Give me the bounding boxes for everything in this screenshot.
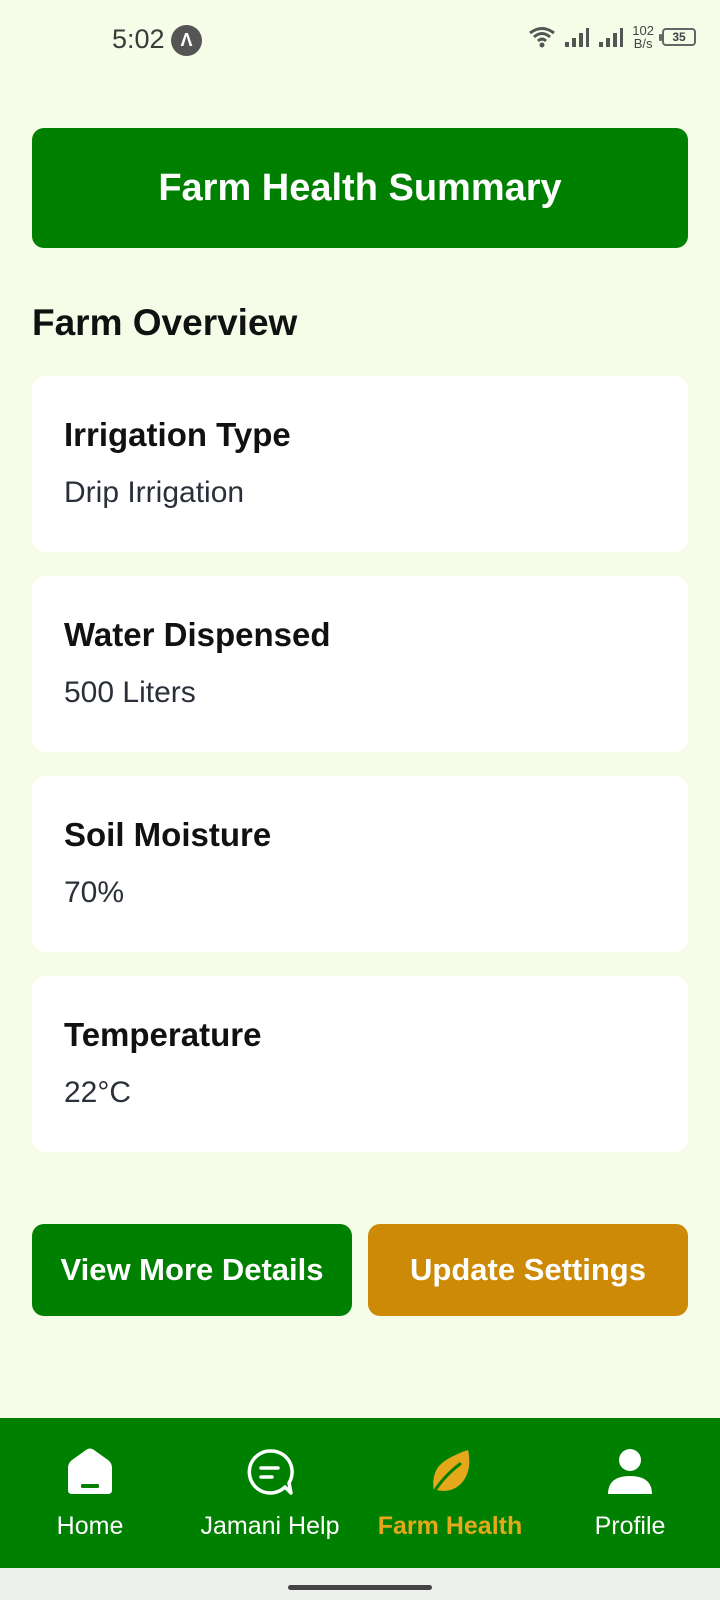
status-time: 5:02: [112, 24, 165, 54]
status-icons: 102 B/s 35: [528, 24, 696, 50]
profile-icon: [602, 1444, 658, 1500]
nav-item-farm-health[interactable]: Farm Health: [360, 1418, 540, 1568]
battery-icon: 35: [659, 28, 696, 46]
home-icon: [62, 1444, 118, 1500]
chat-icon: [242, 1444, 298, 1500]
card-label: Irrigation Type: [64, 416, 291, 453]
page-title: Farm Health Summary: [158, 166, 562, 209]
nav-item-home[interactable]: Home: [0, 1418, 180, 1568]
view-more-details-label: View More Details: [60, 1252, 324, 1287]
leaf-icon: [422, 1444, 478, 1500]
nav-item-jamani-help[interactable]: Jamani Help: [180, 1418, 360, 1568]
battery-level: 35: [672, 30, 686, 44]
nav-label-jamani-help: Jamani Help: [200, 1512, 340, 1540]
card-value: Drip Irrigation: [64, 476, 245, 509]
page-title-banner: Farm Health Summary: [32, 128, 688, 248]
card-value: 70%: [64, 876, 125, 909]
card-label: Soil Moisture: [64, 816, 272, 853]
update-settings-label: Update Settings: [410, 1252, 646, 1287]
card-label: Temperature: [64, 1016, 262, 1053]
wifi-icon: [529, 27, 556, 48]
card-water-dispensed: Water Dispensed 500 Liters: [32, 576, 688, 752]
view-more-details-button[interactable]: View More Details: [32, 1224, 352, 1316]
card-value: 22°C: [64, 1076, 132, 1109]
card-label: Water Dispensed: [64, 616, 331, 653]
card-temperature: Temperature 22°C: [32, 976, 688, 1152]
update-settings-button[interactable]: Update Settings: [368, 1224, 688, 1316]
nav-label-home: Home: [56, 1512, 124, 1540]
signal-icon-1: [565, 28, 590, 47]
card-value: 500 Liters: [64, 676, 196, 709]
signal-icon-2: [599, 28, 624, 47]
home-indicator[interactable]: [288, 1585, 432, 1590]
card-irrigation-type: Irrigation Type Drip Irrigation: [32, 376, 688, 552]
farm-health-screen: 5:02 Λ 102 B/s 35 Farm Health Summary Fa…: [0, 0, 720, 1600]
nav-label-farm-health: Farm Health: [377, 1512, 523, 1540]
gesture-bar-area: [0, 1568, 720, 1600]
app-notification-icon: Λ: [171, 25, 202, 56]
nav-item-profile[interactable]: Profile: [540, 1418, 720, 1568]
section-title-farm-overview: Farm Overview: [32, 302, 298, 343]
network-speed-unit: B/s: [633, 36, 653, 51]
status-bar: 5:02 Λ 102 B/s 35: [0, 0, 720, 82]
nav-label-profile: Profile: [594, 1512, 666, 1540]
card-soil-moisture: Soil Moisture 70%: [32, 776, 688, 952]
bottom-navigation: Home Jamani Help Farm Health Profile: [0, 1418, 720, 1568]
network-speed: 102 B/s: [632, 24, 654, 50]
